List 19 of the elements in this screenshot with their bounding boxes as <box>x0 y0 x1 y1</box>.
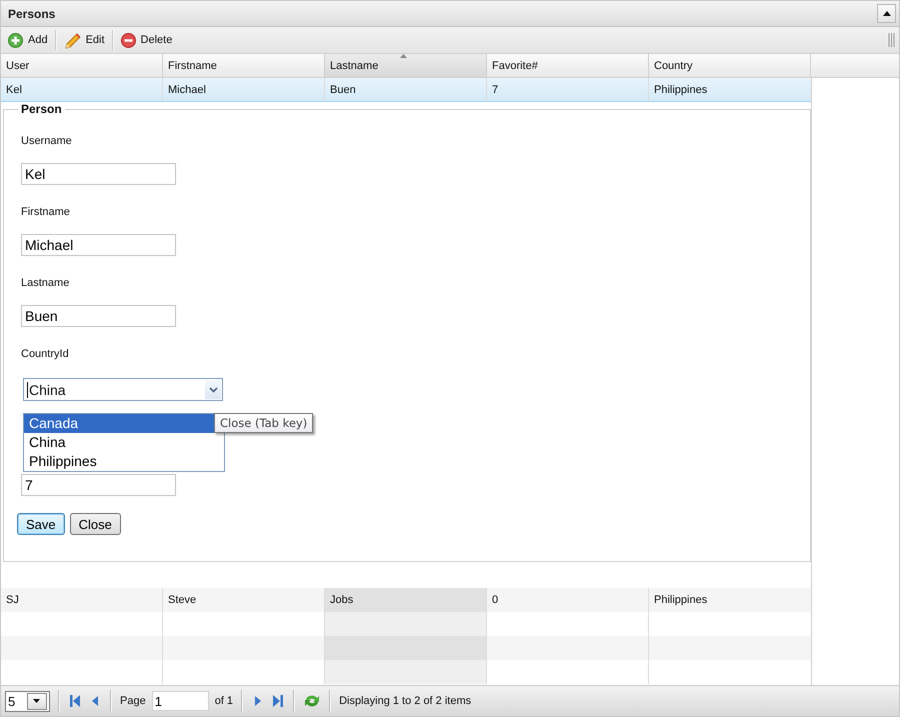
table-cell-text: Philippines <box>653 83 708 98</box>
tooltip: Close (Tab key) <box>214 413 314 433</box>
field-label: Username <box>21 135 72 149</box>
page-count: of 1 <box>214 695 234 707</box>
table-cell: 0 <box>487 588 649 612</box>
table-cell: 7 <box>487 78 649 101</box>
field-label: Lastname <box>21 277 70 291</box>
field-label: CountryId <box>21 348 69 362</box>
field-label: Firstname <box>21 206 70 220</box>
table-cell: Michael <box>163 78 325 101</box>
table-cell: Jobs <box>325 588 487 612</box>
table-cell: Buen <box>325 78 487 101</box>
form-title: Person <box>20 102 63 116</box>
paging-status: Displaying 1 to 2 of 2 items <box>339 695 472 707</box>
table-cell: Kel <box>1 78 163 101</box>
page-label: Page <box>120 695 146 707</box>
panel-title: Persons <box>8 6 56 20</box>
table-cell: SJ <box>1 588 163 612</box>
table-cell-text: Philippines <box>653 593 708 608</box>
